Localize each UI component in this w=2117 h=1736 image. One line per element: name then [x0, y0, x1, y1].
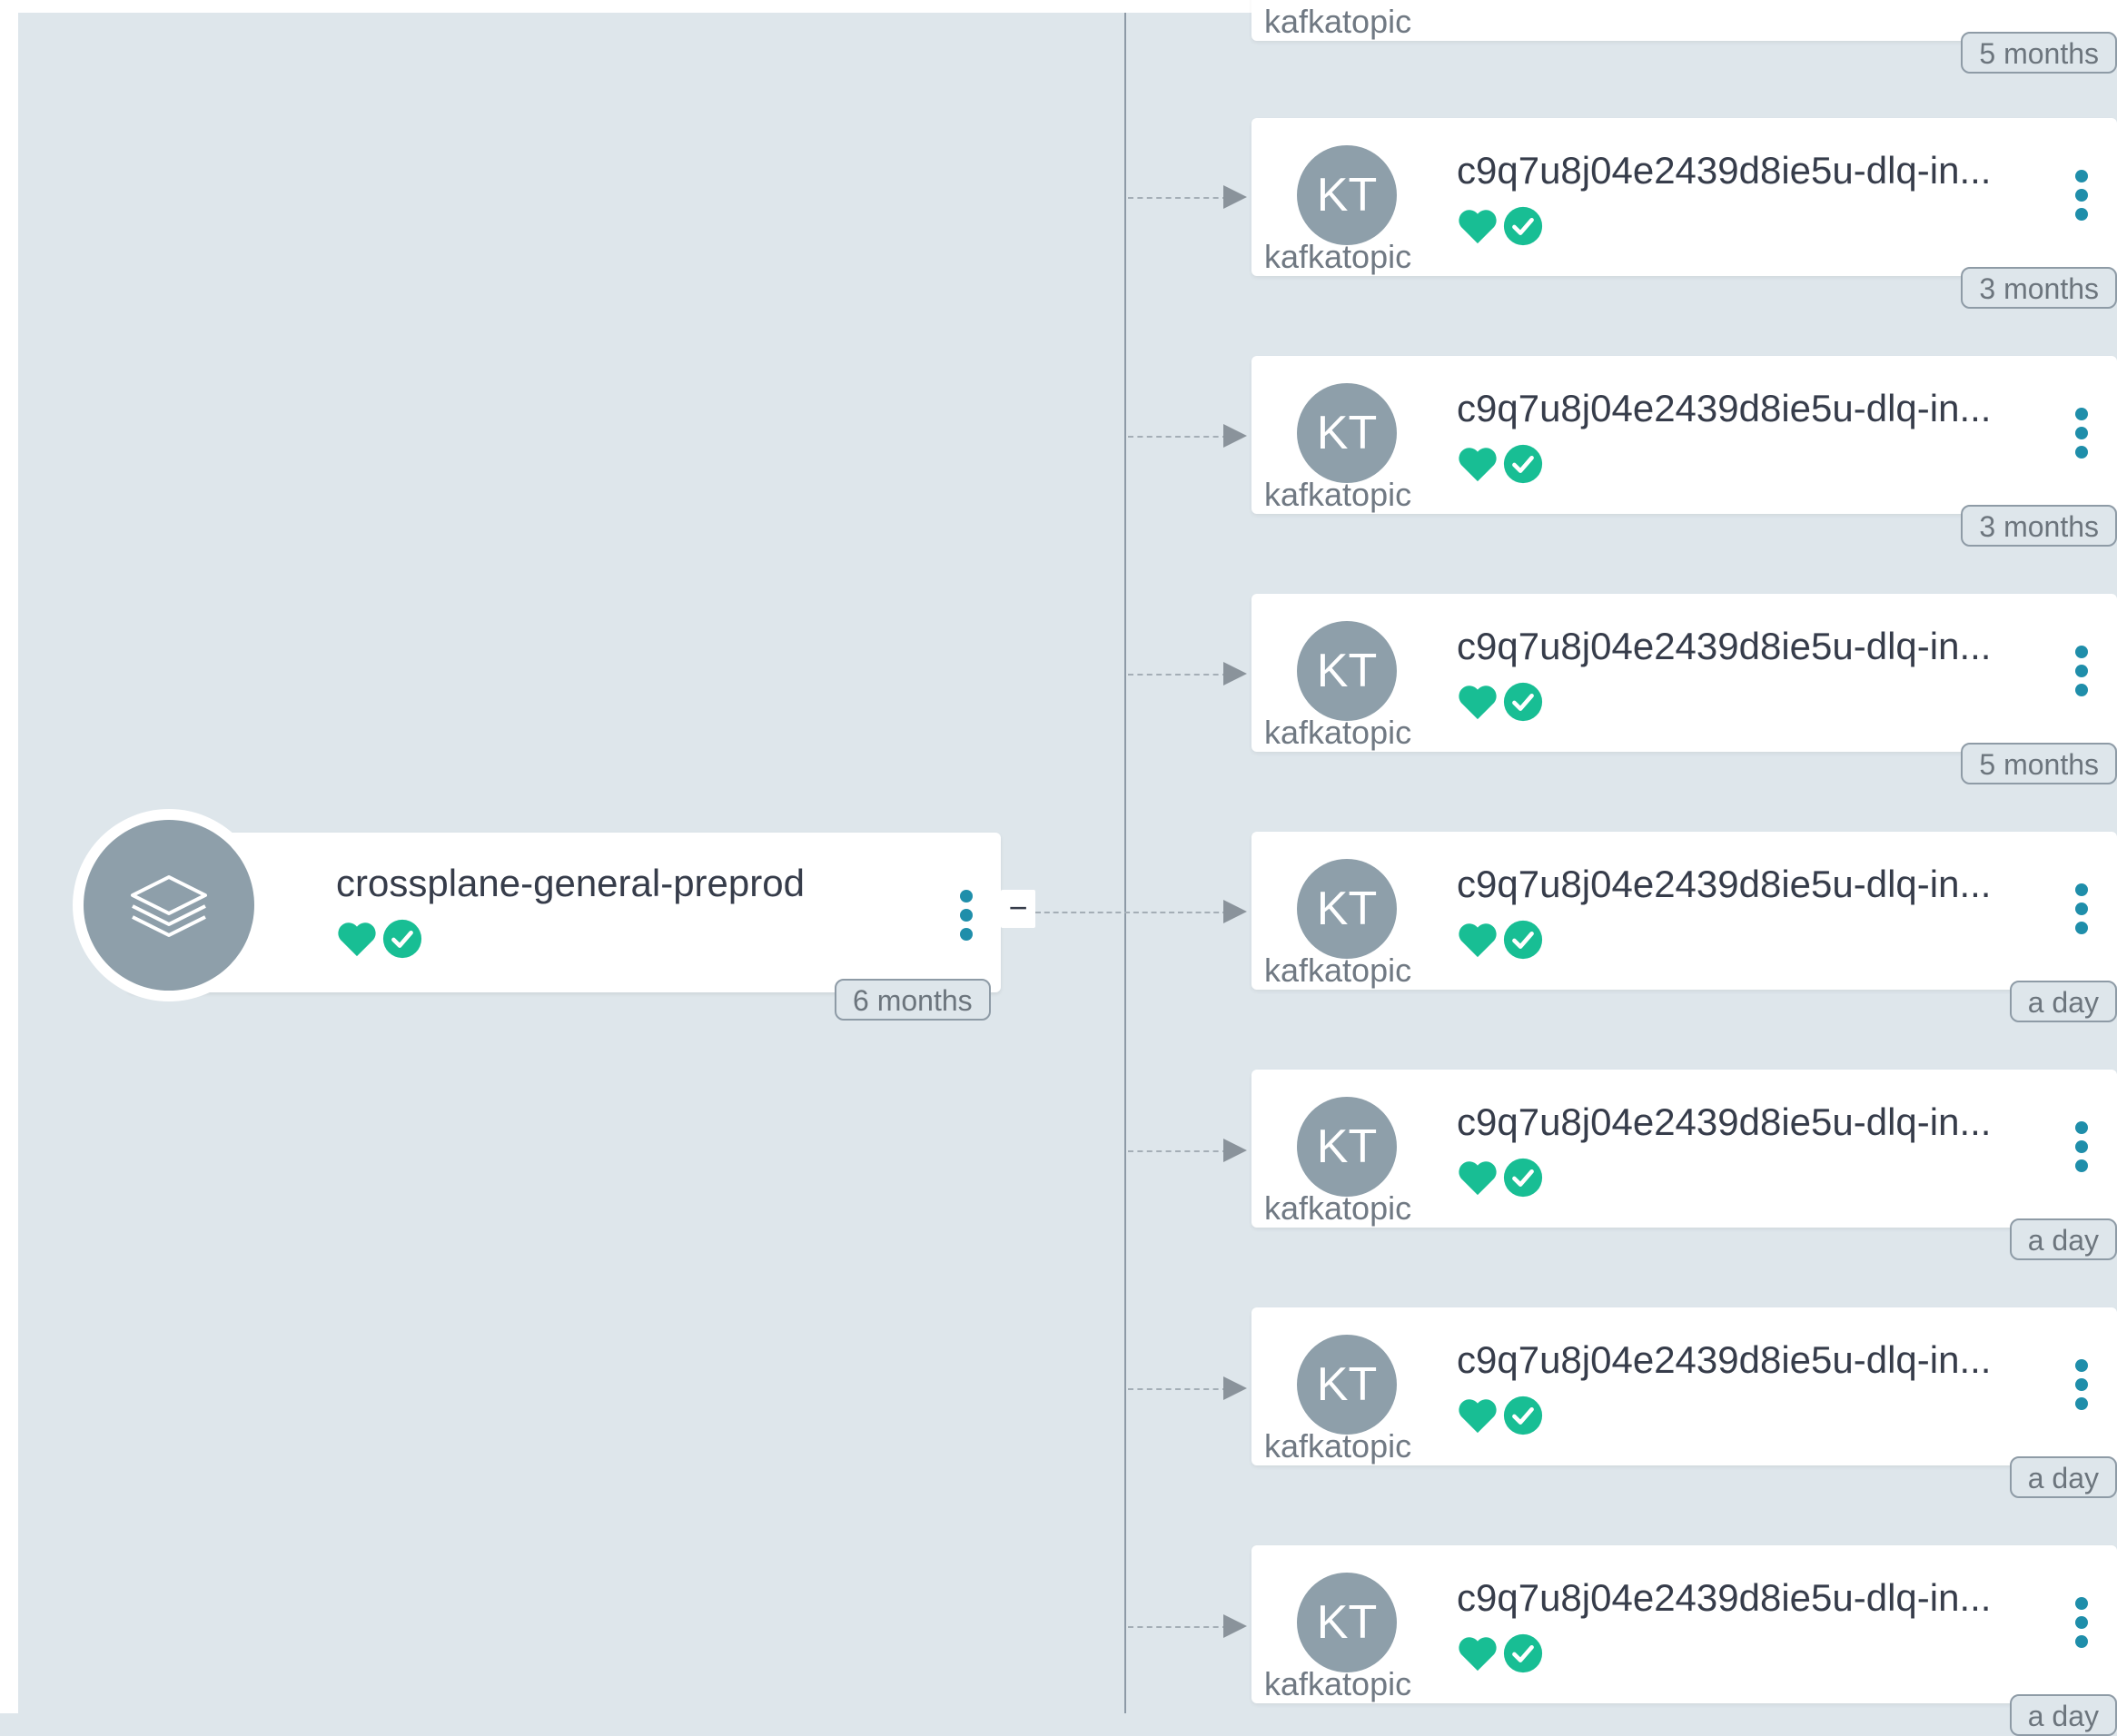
node-status — [1457, 919, 1544, 961]
layers-icon — [84, 820, 254, 991]
more-vertical-icon — [2075, 1121, 2088, 1172]
connector-line — [1128, 1388, 1228, 1390]
node-menu-button[interactable] — [2074, 169, 2089, 226]
check-circle-icon — [1503, 1633, 1543, 1673]
node-menu-button[interactable] — [2074, 645, 2089, 702]
node-age-badge: a day — [2009, 1694, 2117, 1736]
kafkatopic-node[interactable]: kafkatopic 5 months — [1244, 0, 2117, 74]
kafkatopic-icon: KT — [1297, 1335, 1397, 1435]
parent-node-status — [336, 918, 423, 960]
tree-trunk-line — [1124, 13, 1126, 1713]
collapse-children-button[interactable]: − — [1001, 890, 1035, 928]
parent-node-menu-button[interactable] — [959, 889, 974, 946]
check-circle-icon — [382, 919, 422, 959]
connector-line — [1128, 1150, 1228, 1152]
node-status — [1457, 1632, 1544, 1674]
heart-icon — [1459, 1161, 1497, 1196]
heart-icon — [1459, 210, 1497, 244]
heart-icon — [338, 922, 376, 957]
heart-icon — [1459, 1399, 1497, 1434]
kafkatopic-icon: KT — [1297, 621, 1397, 721]
node-kind-label: kafkatopic — [1264, 238, 1412, 275]
kafkatopic-icon: KT — [1297, 1097, 1397, 1197]
check-circle-icon — [1503, 1158, 1543, 1198]
kafkatopic-icon: KT — [1297, 859, 1397, 959]
node-age-badge: a day — [2009, 1218, 2117, 1260]
node-age-badge: 5 months — [1961, 32, 2117, 74]
more-vertical-icon — [2075, 1359, 2088, 1410]
check-circle-icon — [1503, 682, 1543, 722]
more-vertical-icon — [2075, 170, 2088, 221]
node-name: c9q7u8j04e2439d8ie5u-dlq-in... — [1457, 387, 1992, 429]
node-status — [1457, 443, 1544, 485]
node-menu-button[interactable] — [2074, 1120, 2089, 1178]
node-menu-button[interactable] — [2074, 407, 2089, 464]
connector-line — [1128, 1626, 1228, 1628]
connector-line — [1128, 436, 1228, 438]
node-kind-label: kafkatopic — [1264, 1665, 1412, 1702]
node-kind-label: kafkatopic — [1264, 1427, 1412, 1465]
node-name: c9q7u8j04e2439d8ie5u-dlq-in... — [1457, 1338, 1992, 1381]
kafkatopic-node[interactable]: KT kafkatopic c9q7u8j04e2439d8ie5u-dlq-i… — [1244, 1545, 2117, 1736]
heart-icon — [1459, 448, 1497, 482]
node-age-badge: 3 months — [1961, 267, 2117, 309]
heart-icon — [1459, 923, 1497, 958]
node-kind-label: kafkatopic — [1264, 714, 1412, 751]
node-name: c9q7u8j04e2439d8ie5u-dlq-in... — [1457, 863, 1992, 905]
parent-node-name: crossplane-general-preprod — [336, 862, 805, 904]
node-kind-label: kafkatopic — [1264, 1189, 1412, 1227]
node-age-badge: a day — [2009, 981, 2117, 1022]
node-name: c9q7u8j04e2439d8ie5u-dlq-in... — [1457, 1100, 1992, 1143]
connector-line — [1128, 197, 1228, 199]
more-vertical-icon — [2075, 646, 2088, 696]
kafkatopic-icon: KT — [1297, 145, 1397, 245]
canvas-left-edge — [0, 0, 18, 1713]
connector-line — [1128, 674, 1228, 676]
node-kind-label: kafkatopic — [1264, 952, 1412, 989]
kafkatopic-icon: KT — [1297, 383, 1397, 483]
check-circle-icon — [1503, 444, 1543, 484]
node-age-badge: 5 months — [1961, 743, 2117, 784]
node-status — [1457, 681, 1544, 723]
node-menu-button[interactable] — [2074, 883, 2089, 940]
kafkatopic-node[interactable]: KT kafkatopic c9q7u8j04e2439d8ie5u-dlq-i… — [1244, 1070, 2117, 1260]
kafkatopic-node[interactable]: KT kafkatopic c9q7u8j04e2439d8ie5u-dlq-i… — [1244, 594, 2117, 784]
check-circle-icon — [1503, 206, 1543, 246]
kafkatopic-node[interactable]: KT kafkatopic c9q7u8j04e2439d8ie5u-dlq-i… — [1244, 118, 2117, 309]
node-kind-label: kafkatopic — [1264, 476, 1412, 513]
node-status — [1457, 205, 1544, 247]
connector-line — [1035, 912, 1228, 913]
more-vertical-icon — [2075, 883, 2088, 934]
kafkatopic-node[interactable]: KT kafkatopic c9q7u8j04e2439d8ie5u-dlq-i… — [1244, 832, 2117, 1022]
kafkatopic-node[interactable]: KT kafkatopic c9q7u8j04e2439d8ie5u-dlq-i… — [1244, 1307, 2117, 1498]
node-status — [1457, 1157, 1544, 1198]
parent-node-icon-ring — [73, 809, 265, 1001]
parent-node-age-badge: 6 months — [835, 979, 991, 1021]
node-name: c9q7u8j04e2439d8ie5u-dlq-in... — [1457, 149, 1992, 192]
node-menu-button[interactable] — [2074, 1358, 2089, 1415]
heart-icon — [1459, 686, 1497, 720]
heart-icon — [1459, 1637, 1497, 1672]
check-circle-icon — [1503, 920, 1543, 960]
more-vertical-icon — [2075, 408, 2088, 459]
parent-node[interactable]: crossplane-general-preprod — [73, 809, 1001, 1001]
node-age-badge: 3 months — [1961, 505, 2117, 547]
node-menu-button[interactable] — [2074, 1596, 2089, 1653]
node-status — [1457, 1395, 1544, 1436]
node-age-badge: a day — [2009, 1456, 2117, 1498]
node-kind-label: kafkatopic — [1264, 3, 1412, 40]
more-vertical-icon — [960, 890, 973, 941]
kafkatopic-node[interactable]: KT kafkatopic c9q7u8j04e2439d8ie5u-dlq-i… — [1244, 356, 2117, 547]
node-name: c9q7u8j04e2439d8ie5u-dlq-in... — [1457, 625, 1992, 667]
kafkatopic-icon: KT — [1297, 1573, 1397, 1672]
node-name: c9q7u8j04e2439d8ie5u-dlq-in... — [1457, 1576, 1992, 1619]
check-circle-icon — [1503, 1396, 1543, 1435]
more-vertical-icon — [2075, 1597, 2088, 1648]
